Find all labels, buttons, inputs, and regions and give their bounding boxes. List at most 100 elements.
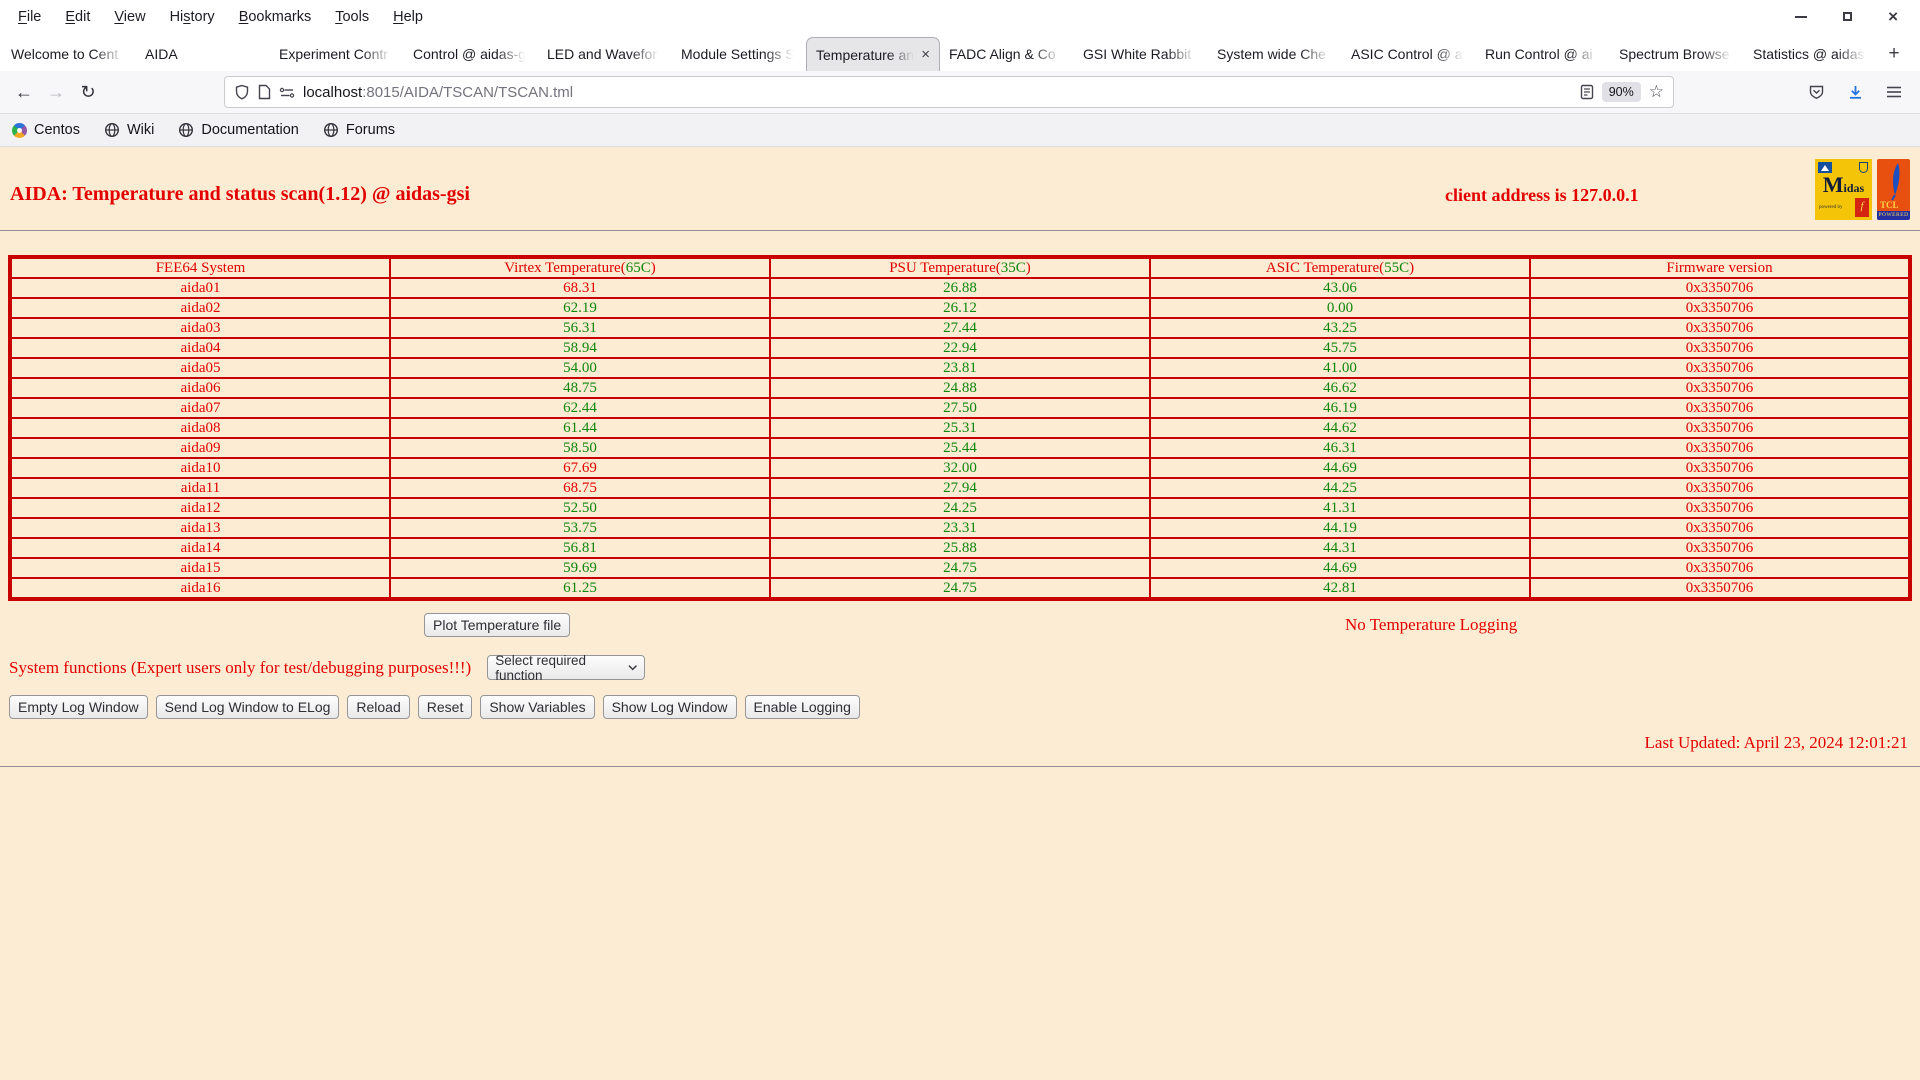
tab-11[interactable]: ASIC Control @ a [1342,37,1476,71]
cell-psu-temp: 25.31 [770,418,1150,438]
cell-psu-temp: 24.75 [770,578,1150,599]
cell-virtex-temp: 58.94 [390,338,770,358]
tab-label: LED and Wavefor [547,46,663,62]
midas-powered-by: powered by [1819,205,1842,210]
tab-1[interactable]: Welcome to Cent [2,37,136,71]
menubar-item-bookmarks[interactable]: Bookmarks [227,6,324,28]
table-row-aida15: aida1559.6924.7544.690x3350706 [10,558,1910,578]
close-icon[interactable]: × [1888,12,1898,22]
web-page: AIDA: Temperature and status scan(1.12) … [0,147,1920,1080]
cell-system: aida12 [10,498,390,518]
menubar-item-view[interactable]: View [102,6,157,28]
empty-log-window-button[interactable]: Empty Log Window [9,695,148,719]
menubar-item-tools[interactable]: Tools [323,6,381,28]
temperature-table: FEE64 System Virtex Temperature(65C) PSU… [8,255,1912,601]
table-header-row: FEE64 System Virtex Temperature(65C) PSU… [10,257,1910,278]
bookmark-item-documentation[interactable]: Documentation [178,122,299,138]
back-button[interactable]: ← [8,77,40,107]
tab-13[interactable]: Spectrum Browse [1610,37,1744,71]
cell-asic-temp: 44.62 [1150,418,1530,438]
midas-logo-text: Midas [1815,172,1872,198]
reload-button[interactable]: ↻ [72,77,104,107]
function-select-dropdown[interactable]: Select required function [487,655,645,680]
tab-label: Run Control @ ai [1485,46,1601,62]
log-buttons-row: Empty Log Window Send Log Window to ELog R… [9,695,1920,719]
cell-asic-temp: 42.81 [1150,578,1530,599]
plot-temperature-file-button[interactable]: Plot Temperature file [424,613,570,637]
cell-psu-temp: 27.44 [770,318,1150,338]
tab-label: Spectrum Browse [1619,46,1735,62]
cell-virtex-temp: 52.50 [390,498,770,518]
bookmark-item-wiki[interactable]: Wiki [104,122,154,138]
table-row-aida06: aida0648.7524.8846.620x3350706 [10,378,1910,398]
zoom-level-button[interactable]: 90% [1602,82,1641,102]
tab-8[interactable]: FADC Align & Co [940,37,1074,71]
forward-button[interactable]: → [40,77,72,107]
menubar-item-edit[interactable]: Edit [53,6,102,28]
show-log-window-button[interactable]: Show Log Window [603,695,737,719]
tcl-powered-band: POWERED [1877,211,1910,220]
menubar-item-help[interactable]: Help [381,6,435,28]
table-row-aida03: aida0356.3127.4443.250x3350706 [10,318,1910,338]
tab-12[interactable]: Run Control @ ai [1476,37,1610,71]
send-log-window-to-elog-button[interactable]: Send Log Window to ELog [156,695,340,719]
bookmark-item-centos[interactable]: Centos [12,122,80,138]
tab-10[interactable]: System wide Che [1208,37,1342,71]
cell-system: aida13 [10,518,390,538]
tab-7[interactable]: Temperature an× [806,37,940,71]
cell-psu-temp: 25.44 [770,438,1150,458]
url-bar[interactable]: localhost:8015/AIDA/TSCAN/TSCAN.tml 90% … [224,76,1674,108]
bookmark-item-forums[interactable]: Forums [323,122,395,138]
footer-divider [0,766,1920,767]
cell-firmware: 0x3350706 [1530,318,1910,338]
enable-logging-button[interactable]: Enable Logging [745,695,860,719]
midas-tcl-stamp-icon: f [1855,198,1869,217]
reload-button[interactable]: Reload [347,695,409,719]
tab-2[interactable]: AIDA [136,37,270,71]
maximize-icon[interactable] [1843,12,1852,21]
cell-system: aida07 [10,398,390,418]
bookmark-star-icon[interactable]: ☆ [1649,82,1664,102]
cell-virtex-temp: 67.69 [390,458,770,478]
tab-14[interactable]: Statistics @ aidas [1744,37,1878,71]
page-info-icon[interactable] [258,84,271,100]
tab-close-icon[interactable]: × [921,46,930,63]
tab-label: ASIC Control @ a [1351,46,1467,62]
tab-3[interactable]: Experiment Contr [270,37,404,71]
menubar-item-history[interactable]: History [158,6,227,28]
cell-firmware: 0x3350706 [1530,298,1910,318]
cell-virtex-temp: 61.25 [390,578,770,599]
reset-button[interactable]: Reset [418,695,473,719]
pocket-icon[interactable] [1808,84,1825,100]
minimize-icon[interactable] [1795,16,1807,18]
header-virtex-temperature: Virtex Temperature(65C) [390,257,770,278]
table-row-aida12: aida1252.5024.2541.310x3350706 [10,498,1910,518]
table-row-aida16: aida1661.2524.7542.810x3350706 [10,578,1910,599]
header-divider [0,230,1920,231]
navigation-toolbar: ← → ↻ localhost:8015/AIDA/TSCAN/TSCAN.tm… [0,71,1920,114]
logging-status-text: No Temperature Logging [1345,615,1517,635]
tab-6[interactable]: Module Settings S [672,37,806,71]
cell-system: aida09 [10,438,390,458]
cell-asic-temp: 44.25 [1150,478,1530,498]
cell-system: aida01 [10,278,390,298]
shield-icon[interactable] [234,84,250,100]
tab-9[interactable]: GSI White Rabbit [1074,37,1208,71]
connection-icon [279,86,295,99]
tab-4[interactable]: Control @ aidas-g [404,37,538,71]
cell-psu-temp: 24.88 [770,378,1150,398]
tab-5[interactable]: LED and Wavefor [538,37,672,71]
menubar-item-file[interactable]: File [6,6,53,28]
globe-icon [323,122,339,138]
new-tab-button[interactable]: + [1878,37,1910,71]
cell-asic-temp: 45.75 [1150,338,1530,358]
cell-system: aida03 [10,318,390,338]
downloads-icon[interactable] [1847,84,1864,101]
cell-asic-temp: 43.25 [1150,318,1530,338]
cell-firmware: 0x3350706 [1530,518,1910,538]
show-variables-button[interactable]: Show Variables [480,695,594,719]
reader-mode-icon[interactable] [1580,84,1594,100]
hamburger-menu-icon[interactable] [1886,85,1902,99]
function-select-value: Select required function [495,653,628,683]
url-text[interactable]: localhost:8015/AIDA/TSCAN/TSCAN.tml [303,84,1572,101]
